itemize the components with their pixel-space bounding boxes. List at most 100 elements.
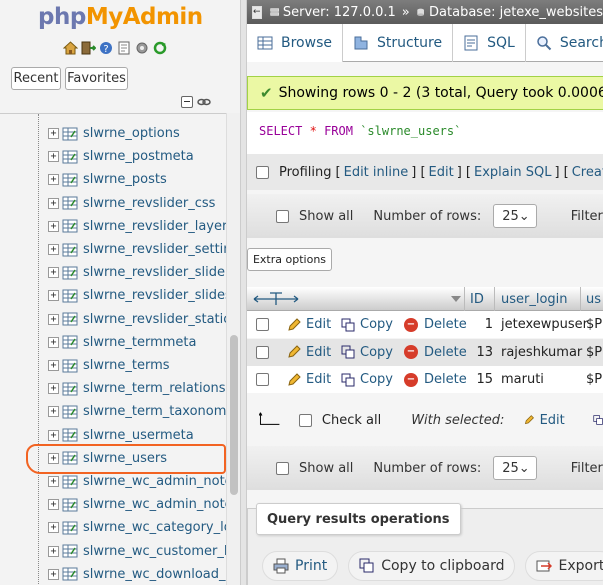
expand-icon[interactable]: + (48, 267, 59, 279)
sidebar-table-name[interactable]: slwrne_term_taxonomy (83, 404, 226, 419)
sidebar-table-item[interactable]: + slwrne_users (48, 447, 167, 470)
expand-icon[interactable]: + (48, 452, 59, 464)
panel-resizer[interactable] (240, 0, 247, 585)
sidebar-table-item[interactable]: + slwrne_revslider_css (48, 192, 215, 215)
sidebar-table-item[interactable]: + slwrne_revslider_settin (48, 238, 226, 261)
cell-user-pass[interactable]: $P (586, 339, 602, 366)
sidebar-table-name[interactable]: slwrne_revslider_static_ (83, 312, 226, 327)
bulk-edit-button[interactable]: Edit (540, 413, 565, 428)
row-copy-button[interactable]: Copy (341, 366, 393, 393)
row-delete-button[interactable]: − Delete (404, 311, 467, 338)
sidebar-table-name[interactable]: slwrne_term_relationsh (83, 381, 226, 396)
cell-user-login[interactable]: rajeshkumar (501, 339, 582, 366)
sql-query-display[interactable]: SELECT * FROM `slwrne_users` (247, 112, 603, 154)
row-edit-button[interactable]: Edit (287, 366, 331, 393)
home-icon[interactable] (62, 40, 78, 56)
recent-tab[interactable]: Recent (11, 67, 61, 90)
row-copy-button[interactable]: Copy (341, 339, 393, 366)
sidebar-table-item[interactable]: + slwrne_posts (48, 168, 167, 191)
expand-icon[interactable]: + (48, 522, 59, 534)
sidebar-table-item[interactable]: + slwrne_term_taxonomy (48, 400, 226, 423)
tab-browse[interactable]: Browse (247, 24, 343, 62)
expand-icon[interactable]: + (48, 476, 59, 487)
sidebar-table-name[interactable]: slwrne_revslider_slider (83, 265, 226, 280)
cell-user-login[interactable]: maruti (501, 366, 544, 393)
sidebar-table-name[interactable]: slwrne_revslider_layer_ (83, 219, 226, 234)
explain-sql-link[interactable]: Explain SQL (474, 165, 551, 180)
expand-icon[interactable]: + (48, 313, 59, 325)
sidebar-table-item[interactable]: + slwrne_termmeta (48, 331, 196, 354)
cell-id[interactable]: 13 (467, 339, 493, 366)
show-all-checkbox-bottom[interactable] (276, 461, 289, 475)
expand-icon[interactable]: + (48, 360, 59, 371)
sidebar-table-item[interactable]: + slwrne_wc_download_l (48, 563, 226, 585)
export-button[interactable]: Export (525, 551, 603, 581)
row-checkbox[interactable] (256, 318, 269, 331)
expand-icon[interactable]: + (48, 197, 59, 209)
row-delete-button[interactable]: − Delete (404, 366, 467, 393)
sidebar-table-name[interactable]: slwrne_posts (83, 172, 167, 187)
expand-icon[interactable]: + (48, 499, 59, 511)
cell-id[interactable]: 1 (467, 311, 493, 338)
sidebar-table-name[interactable]: slwrne_termmeta (83, 335, 196, 350)
sidebar-scrollbar[interactable] (226, 113, 240, 585)
tab-search[interactable]: Search (526, 24, 603, 62)
expand-icon[interactable]: + (48, 220, 59, 232)
sidebar-table-item[interactable]: + slwrne_revslider_slider (48, 261, 226, 284)
sidebar-table-name[interactable]: slwrne_usermeta (83, 428, 194, 443)
sidebar-table-name[interactable]: slwrne_wc_admin_note (83, 474, 226, 489)
sidebar-table-name[interactable]: slwrne_wc_category_lo (83, 520, 226, 535)
check-all-label[interactable]: Check all (322, 413, 381, 428)
edit-query-link[interactable]: Edit (429, 165, 454, 180)
cell-user-pass[interactable]: $P (586, 311, 602, 338)
sidebar-table-item[interactable]: + slwrne_wc_category_lo (48, 516, 226, 539)
sidebar-table-name[interactable]: slwrne_terms (83, 358, 170, 373)
sidebar-table-name[interactable]: slwrne_wc_download_l (83, 567, 226, 582)
breadcrumb-server[interactable]: Server: 127.0.0.1 (283, 5, 396, 20)
create-php-link[interactable]: Create PH (572, 165, 603, 180)
row-copy-button[interactable]: Copy (341, 311, 393, 338)
sidebar-table-item[interactable]: + slwrne_usermeta (48, 424, 194, 447)
sidebar-table-item[interactable]: + slwrne_options (48, 122, 180, 145)
sidebar-table-name[interactable]: slwrne_options (83, 126, 180, 141)
sidebar-table-item[interactable]: + slwrne_postmeta (48, 145, 194, 168)
column-header-user-pass[interactable]: us (586, 287, 601, 311)
sidebar-table-item[interactable]: + slwrne_revslider_layer_ (48, 215, 226, 238)
link-with-main-icon[interactable] (197, 96, 211, 112)
extra-options-button[interactable]: Extra options (247, 248, 332, 271)
row-checkbox[interactable] (256, 373, 269, 386)
expand-icon[interactable]: + (48, 128, 59, 139)
logout-icon[interactable] (80, 40, 96, 56)
expand-icon[interactable]: + (48, 290, 59, 302)
expand-icon[interactable]: + (48, 545, 59, 557)
cell-user-pass[interactable]: $P (586, 366, 602, 393)
column-resize-arrows[interactable] (253, 287, 299, 311)
expand-icon[interactable]: + (48, 174, 59, 186)
collapse-all-icon[interactable] (181, 96, 193, 108)
rows-per-page-select-bottom[interactable]: 25 ⌄ (493, 456, 537, 480)
settings-icon[interactable] (134, 40, 150, 56)
sidebar-table-name[interactable]: slwrne_postmeta (83, 149, 194, 164)
sidebar-table-name[interactable]: slwrne_revslider_settin (83, 242, 226, 257)
sidebar-scroll-thumb[interactable] (230, 335, 238, 495)
column-header-id[interactable]: ID (470, 287, 484, 311)
copy-to-clipboard-button[interactable]: Copy to clipboard (348, 551, 516, 581)
row-edit-button[interactable]: Edit (287, 339, 331, 366)
favorites-tab[interactable]: Favorites (65, 67, 128, 90)
tab-sql[interactable]: SQL (453, 24, 526, 62)
phpmyadmin-logo[interactable]: phpMyAdmin (38, 4, 203, 30)
expand-icon[interactable]: + (48, 429, 59, 441)
sidebar-table-name[interactable]: slwrne_users (83, 451, 167, 466)
sidebar-table-item[interactable]: + slwrne_terms (48, 354, 170, 377)
show-all-checkbox[interactable] (276, 209, 289, 223)
rows-per-page-select[interactable]: 25 ⌄ (493, 204, 537, 228)
back-arrow-icon[interactable]: ← (252, 5, 262, 19)
breadcrumb-database[interactable]: Database: jetexe_websites (429, 5, 603, 20)
tab-structure[interactable]: Structure (343, 24, 454, 62)
sidebar-table-item[interactable]: + slwrne_wc_admin_note (48, 493, 226, 516)
row-delete-button[interactable]: − Delete (404, 339, 467, 366)
row-edit-button[interactable]: Edit (287, 311, 331, 338)
expand-icon[interactable]: + (48, 406, 59, 418)
expand-icon[interactable]: + (48, 568, 59, 580)
cell-user-login[interactable]: jetexewpuser (501, 311, 588, 338)
